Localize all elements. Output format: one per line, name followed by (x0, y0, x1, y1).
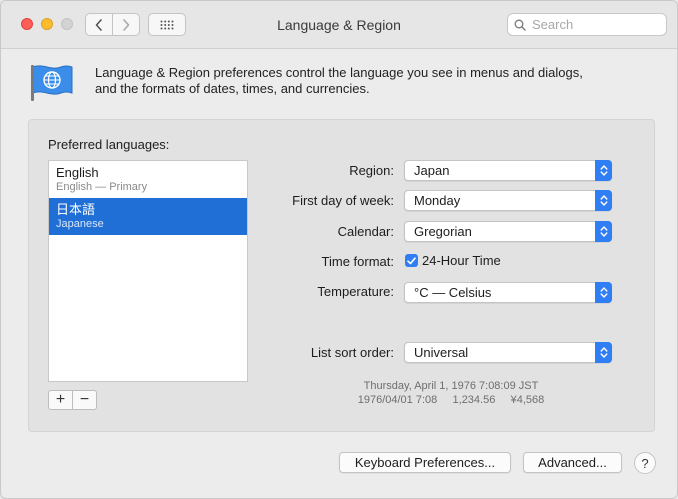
language-subtitle: Japanese (56, 218, 104, 230)
temperature-popup[interactable]: °C — Celsius (404, 282, 612, 303)
calendar-label: Calendar: (337, 224, 394, 239)
24-hour-time-label[interactable]: 24-Hour Time (422, 253, 501, 268)
time-format-label: Time format: (321, 254, 394, 269)
chevron-left-icon (95, 18, 102, 31)
sample-date-format: Thursday, April 1, 1976 7:08:09 JST (363, 380, 539, 392)
calendar-value: Gregorian (414, 224, 472, 239)
grid-icon (160, 20, 174, 29)
24-hour-time-checkbox[interactable] (405, 254, 418, 267)
preferred-languages-label: Preferred languages: (48, 137, 170, 152)
language-name: 日本語 (56, 202, 96, 217)
updown-arrows-icon (595, 221, 612, 242)
updown-arrows-icon (595, 190, 612, 211)
first-day-value: Monday (414, 193, 461, 208)
preferred-languages-list[interactable]: English English — Primary 日本語 Japanese (48, 160, 248, 382)
search-input[interactable] (532, 17, 662, 32)
language-item-japanese[interactable]: 日本語 Japanese (49, 198, 247, 235)
search-field[interactable] (507, 13, 667, 36)
title-bar: Language & Region (1, 1, 677, 49)
sort-order-value: Universal (414, 345, 469, 360)
keyboard-preferences-button[interactable]: Keyboard Preferences... (339, 452, 511, 473)
region-label: Region: (349, 163, 394, 178)
calendar-popup[interactable]: Gregorian (404, 221, 612, 242)
region-value: Japan (414, 163, 450, 178)
checkmark-icon (407, 256, 416, 264)
show-all-button[interactable] (148, 13, 186, 36)
zoom-window-button[interactable] (61, 18, 73, 30)
first-day-popup[interactable]: Monday (404, 190, 612, 211)
updown-arrows-icon (595, 282, 612, 303)
first-day-label: First day of week: (292, 193, 394, 208)
temperature-label: Temperature: (317, 284, 394, 299)
language-item-english[interactable]: English English — Primary (49, 161, 247, 198)
advanced-button[interactable]: Advanced... (523, 452, 622, 473)
preferences-window: Language & Region Language & Region pref… (0, 0, 678, 499)
add-remove-control: + − (48, 390, 97, 410)
navigation-buttons (85, 13, 140, 36)
minimize-window-button[interactable] (41, 18, 53, 30)
updown-arrows-icon (595, 342, 612, 363)
forward-button[interactable] (112, 14, 139, 35)
language-name: English (56, 165, 99, 180)
pane-description: Language & Region preferences control th… (95, 65, 655, 97)
description-line-1: Language & Region preferences control th… (95, 65, 583, 80)
updown-arrows-icon (595, 160, 612, 181)
search-icon (514, 19, 526, 31)
help-button[interactable]: ? (634, 452, 656, 474)
close-window-button[interactable] (21, 18, 33, 30)
description-line-2: and the formats of dates, times, and cur… (95, 81, 370, 96)
language-region-flag-icon (31, 65, 73, 101)
sample-number-format: 1976/04/01 7:08 1,234.56 ¥4,568 (357, 394, 545, 406)
chevron-right-icon (123, 18, 130, 31)
add-language-button[interactable]: + (49, 391, 72, 409)
temperature-value: °C — Celsius (414, 285, 492, 300)
back-button[interactable] (86, 14, 112, 35)
sort-order-popup[interactable]: Universal (404, 342, 612, 363)
sort-order-label: List sort order: (310, 345, 394, 360)
language-subtitle: English — Primary (56, 181, 148, 193)
remove-language-button[interactable]: − (72, 391, 96, 409)
region-popup[interactable]: Japan (404, 160, 612, 181)
